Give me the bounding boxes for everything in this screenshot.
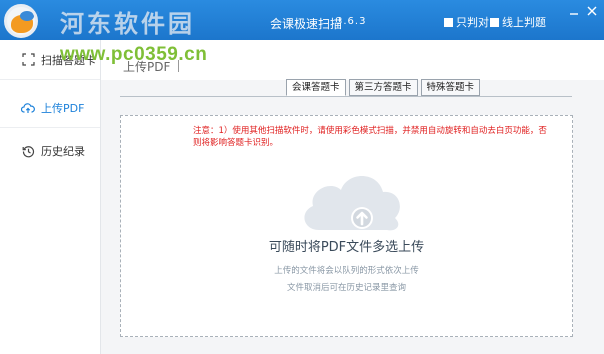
app-logo (4, 4, 38, 38)
sidebar: 扫描答题卡 上传PDF 历史纪录 (0, 40, 101, 354)
close-icon[interactable] (586, 6, 598, 18)
title-bar: 河东软件园 会课极速扫描 3.6.3 只判对 线上判题 (0, 0, 604, 40)
sidebar-item-label: 历史纪录 (41, 145, 85, 158)
online-grading-label: 线上判题 (502, 16, 546, 29)
tab-underline (120, 96, 572, 97)
sidebar-item-upload-pdf[interactable]: 上传PDF (0, 88, 100, 128)
scan-notice: 注意：1）使用其他扫描软件时，请使用彩色模式扫描，并禁用自动旋转和自动去白页功能… (193, 126, 547, 148)
upload-dropzone[interactable]: 注意：1）使用其他扫描软件时，请使用彩色模式扫描，并禁用自动旋转和自动去白页功能… (120, 115, 573, 337)
minimize-icon[interactable] (568, 6, 580, 18)
cloud-upload-icon (21, 101, 35, 115)
dropzone-title: 可随时将PDF文件多选上传 (268, 240, 425, 255)
checkbox-box[interactable] (444, 17, 453, 27)
tab-third-party-card[interactable]: 第三方答题卡 (348, 79, 418, 96)
only-correct-label: 只判对 (456, 16, 489, 29)
watermark-text: 河东软件园 (60, 9, 195, 38)
watermark-url: www.pc0359.cn (60, 44, 208, 65)
app-title: 会课极速扫描 (270, 17, 343, 31)
checkbox-box[interactable] (490, 17, 499, 27)
only-correct-checkbox[interactable]: 只判对 (444, 16, 489, 29)
cloud-upload-icon[interactable] (297, 168, 407, 234)
dropzone-hint-history: 文件取消后可在历史记录里查询 (286, 283, 406, 293)
dropzone-hint-queue: 上传的文件将会以队列的形式依次上传 (274, 266, 419, 276)
sidebar-item-history[interactable]: 历史纪录 (0, 131, 100, 171)
scan-icon (21, 53, 35, 67)
app-version: 3.6.3 (336, 16, 367, 27)
sidebar-item-label: 上传PDF (41, 101, 85, 115)
online-grading-checkbox[interactable]: 线上判题 (490, 16, 546, 29)
card-type-tabs: 会课答题卡 第三方答题卡 特殊答题卡 (286, 79, 483, 96)
history-icon (21, 144, 35, 158)
tab-huike-card[interactable]: 会课答题卡 (286, 79, 346, 96)
tab-special-card[interactable]: 特殊答题卡 (420, 79, 481, 96)
